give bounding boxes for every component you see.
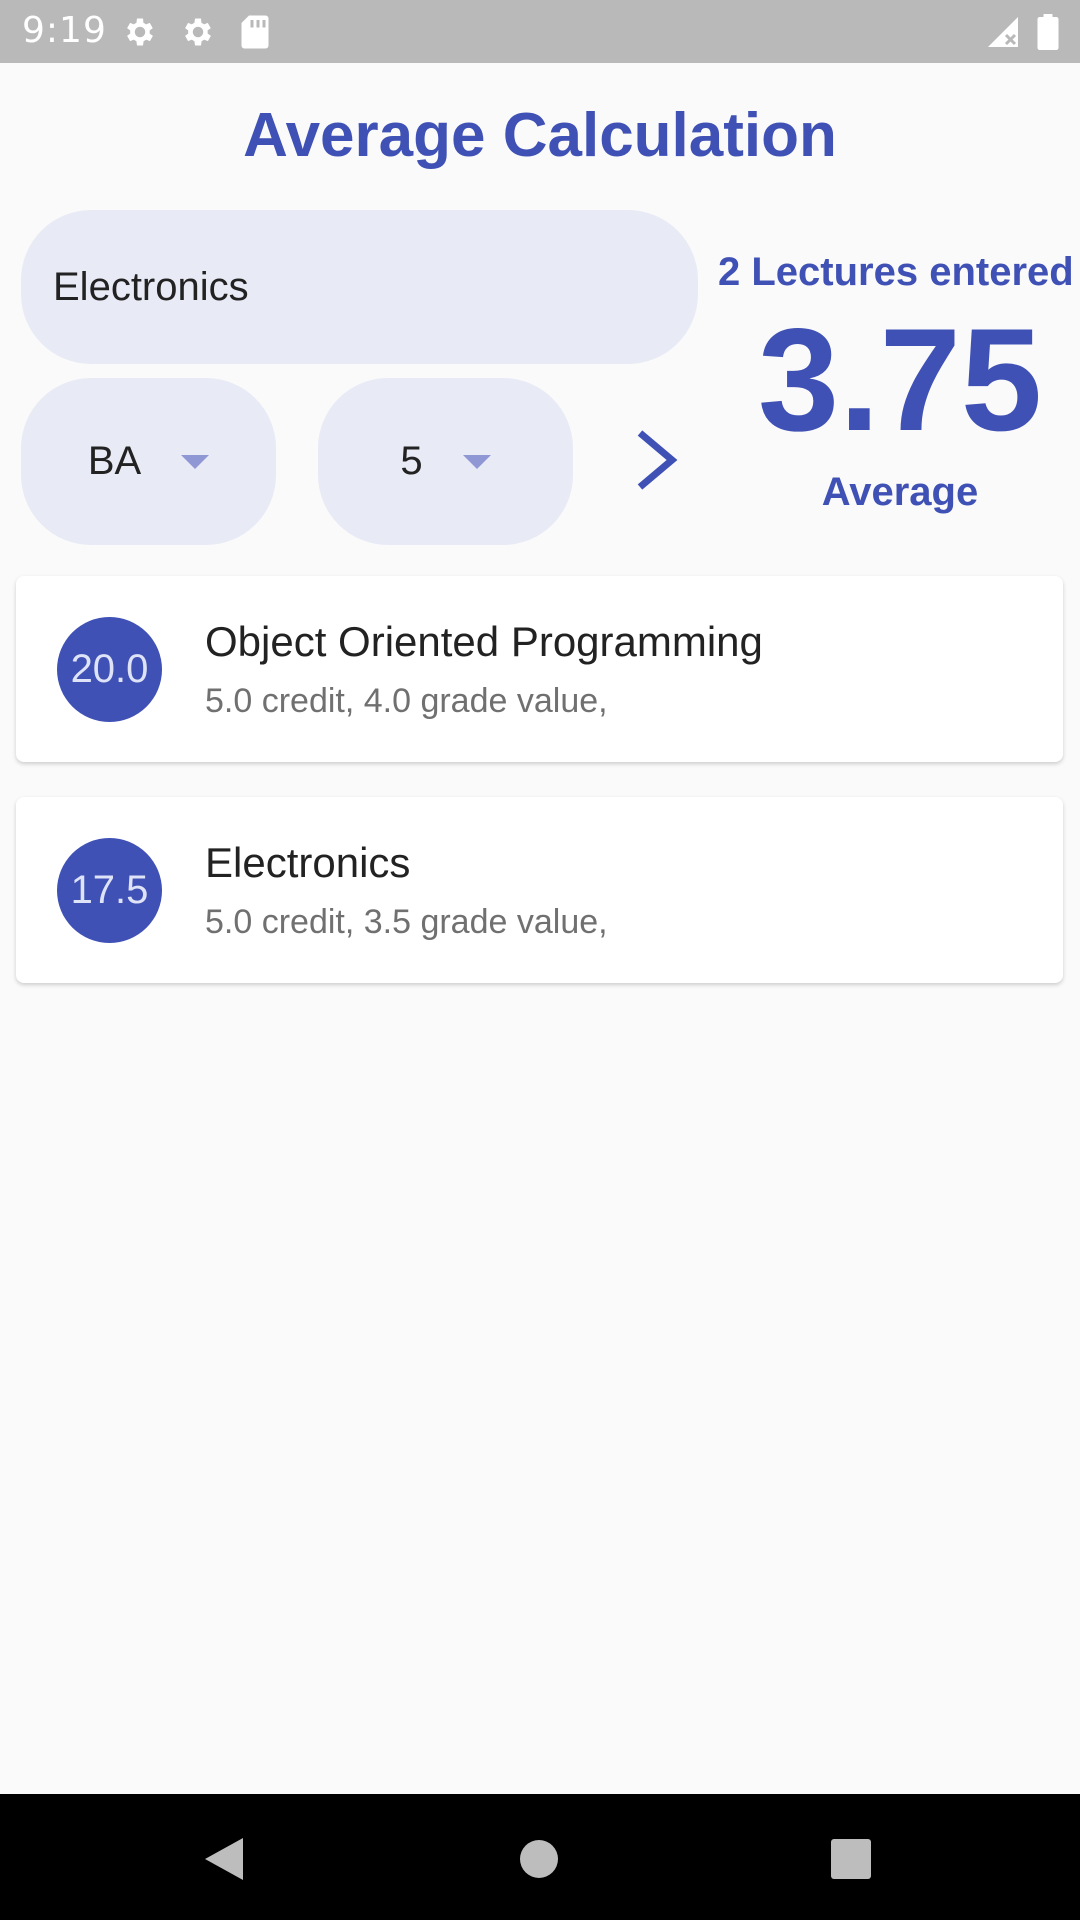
dropdown-arrow-icon <box>462 454 491 469</box>
signal-icon <box>988 17 1018 47</box>
navigation-bar <box>0 1794 1080 1920</box>
lecture-details: 5.0 credit, 3.5 grade value, <box>205 903 608 941</box>
credit-dropdown[interactable]: 5 <box>318 378 573 545</box>
average-label: Average <box>821 470 979 514</box>
lecture-name: Object Oriented Programming <box>205 618 763 665</box>
grade-dropdown-value: BA <box>87 439 142 483</box>
lecture-score-badge: 17.5 <box>57 838 162 943</box>
status-bar: 9:19 <box>0 0 1080 63</box>
back-icon[interactable] <box>203 1836 247 1882</box>
status-time: 9:19 <box>22 10 107 51</box>
grade-dropdown[interactable]: BA <box>21 378 276 545</box>
lecture-name: Electronics <box>205 839 411 886</box>
chevron-right-icon[interactable] <box>626 425 686 495</box>
credit-dropdown-value: 5 <box>400 439 423 483</box>
average-value: 3.75 <box>757 298 1043 461</box>
sd-card-icon <box>241 15 269 49</box>
lecture-name-input[interactable]: Electronics <box>21 210 698 364</box>
lecture-card[interactable]: 17.5 Electronics 5.0 credit, 3.5 grade v… <box>16 797 1063 983</box>
home-icon[interactable] <box>519 1839 559 1879</box>
page-title: Average Calculation <box>243 101 837 170</box>
lecture-card[interactable]: 20.0 Object Oriented Programming 5.0 cre… <box>16 576 1063 762</box>
dropdown-arrow-icon <box>181 454 210 469</box>
gear-icon <box>127 18 153 46</box>
lecture-details: 5.0 credit, 4.0 grade value, <box>205 682 608 720</box>
lecture-score-badge: 20.0 <box>57 617 162 722</box>
battery-icon <box>1037 14 1059 50</box>
recents-icon[interactable] <box>831 1839 871 1879</box>
lectures-entered-count: 2 Lectures entered <box>718 250 1074 294</box>
gear-icon <box>185 18 211 46</box>
